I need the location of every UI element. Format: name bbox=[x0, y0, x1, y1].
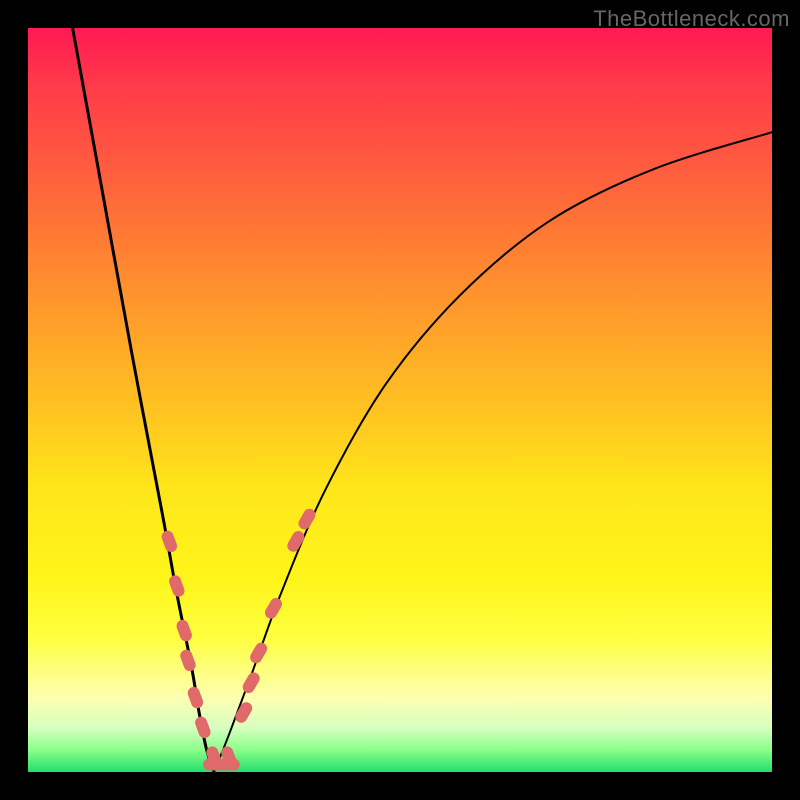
marker-pill bbox=[218, 759, 240, 771]
marker-pill bbox=[186, 685, 205, 710]
plot-area bbox=[28, 28, 772, 772]
marker-pill bbox=[160, 529, 179, 554]
marker-pill bbox=[175, 618, 194, 643]
curve-right-branch bbox=[214, 132, 772, 772]
marker-pill bbox=[241, 670, 262, 695]
marker-pill bbox=[179, 648, 198, 673]
curve-layer bbox=[28, 28, 772, 772]
marker-pill bbox=[263, 596, 284, 621]
marker-pill bbox=[296, 507, 317, 532]
chart-frame: TheBottleneck.com bbox=[0, 0, 800, 800]
marker-pill bbox=[193, 715, 212, 740]
marker-pill bbox=[285, 529, 306, 554]
bottleneck-curve bbox=[73, 28, 772, 772]
marker-layer bbox=[160, 507, 318, 771]
watermark-text: TheBottleneck.com bbox=[593, 6, 790, 32]
marker-pill bbox=[248, 640, 269, 665]
marker-pill bbox=[167, 574, 186, 599]
